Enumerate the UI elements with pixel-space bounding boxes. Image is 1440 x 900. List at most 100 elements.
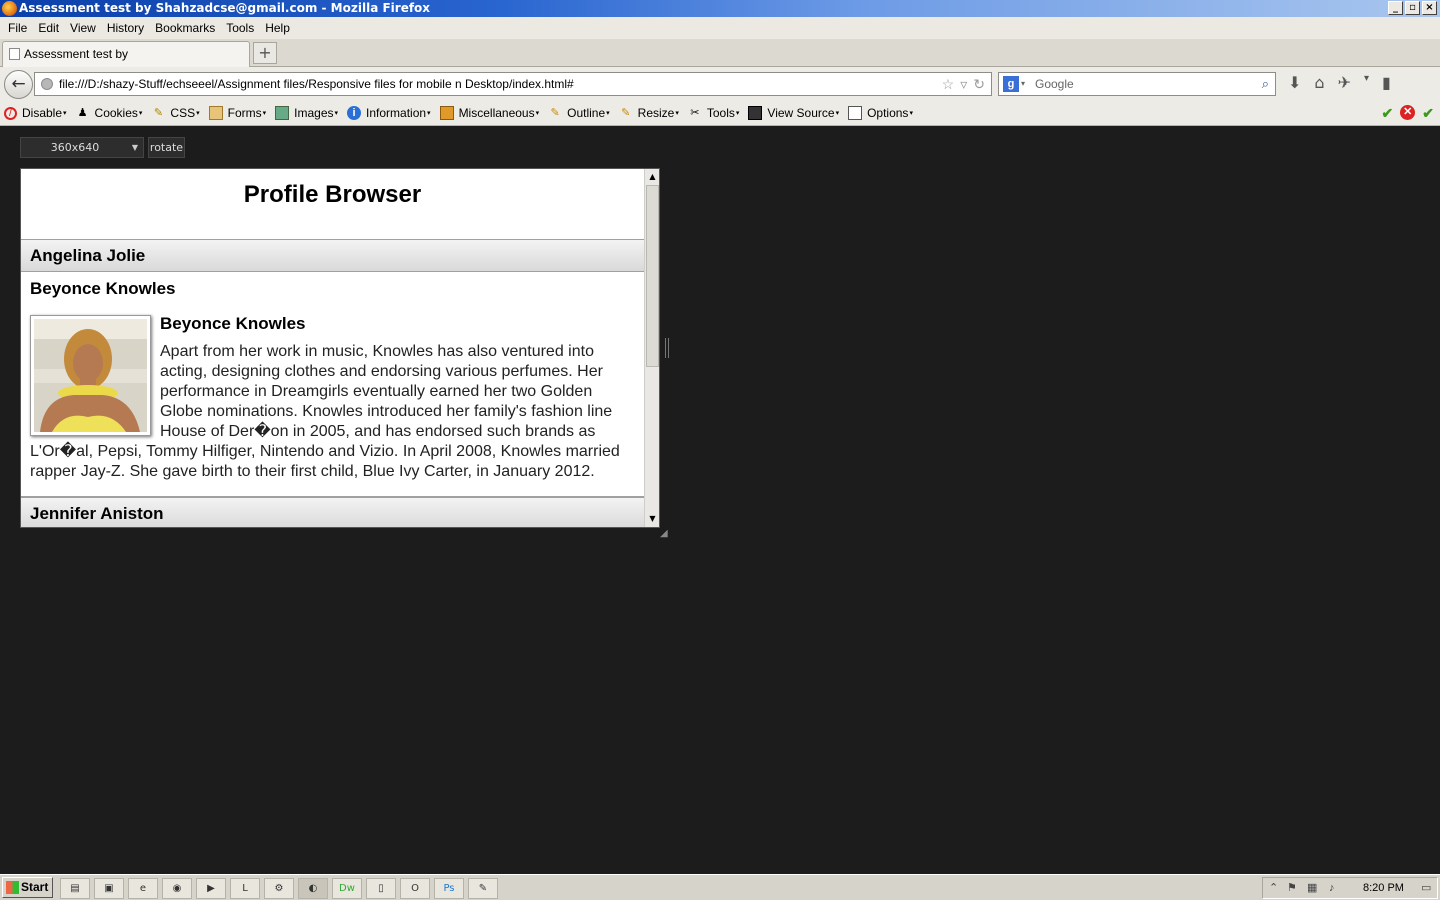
bookmarks-icon[interactable]: ▮	[1382, 73, 1391, 92]
outline-icon: ✎	[550, 107, 560, 119]
search-icon[interactable]: ⌕	[1262, 73, 1269, 95]
menu-tools[interactable]: Tools	[220, 21, 259, 35]
search-placeholder: Google	[1035, 77, 1074, 91]
information-icon: i	[347, 106, 362, 120]
css-valid-check-icon[interactable]: ✔	[1382, 105, 1394, 122]
restore-button[interactable]: ▫	[1405, 1, 1420, 15]
search-engine-dropdown-icon[interactable]: ▾	[1021, 73, 1025, 95]
css-icon: ✎	[153, 107, 164, 119]
dreamweaver-taskbar-icon[interactable]: Dw	[332, 878, 362, 899]
dev-outline[interactable]: ✎ Outline ▾	[548, 106, 610, 120]
scrollbar-thumb[interactable]	[646, 185, 659, 367]
windows-taskbar: Start ▤ ▣ e ◉ ▶ L ⚙ ◐ Dw ▯ O Ps ✎ ⌃ ⚑ ▦ …	[0, 874, 1440, 900]
media-player-taskbar-icon[interactable]: ▶	[196, 878, 226, 899]
menu-bar: File Edit View History Bookmarks Tools H…	[0, 17, 1440, 39]
home-icon[interactable]: ⌂	[1314, 73, 1324, 92]
firefox-icon	[2, 1, 17, 16]
photoshop-taskbar-icon[interactable]: Ps	[434, 878, 464, 899]
windows-logo-icon	[6, 881, 19, 894]
page-icon	[9, 48, 20, 60]
notepad-taskbar-icon[interactable]: ▯	[366, 878, 396, 899]
app-taskbar-icon[interactable]: L	[230, 878, 260, 899]
network-icon[interactable]: ▦	[1307, 878, 1317, 898]
outlook-taskbar-icon[interactable]: O	[400, 878, 430, 899]
firefox-taskbar-icon[interactable]: ◐	[298, 878, 328, 899]
menu-edit[interactable]: Edit	[32, 21, 64, 35]
show-desktop-icon[interactable]: ▭	[1421, 878, 1431, 898]
menu-help[interactable]: Help	[259, 21, 295, 35]
addon-icon[interactable]: ✈	[1338, 73, 1351, 92]
tab-strip: Assessment test by Shahzadcse@gmail.com …	[0, 39, 1440, 85]
dev-cookies[interactable]: ♟ Cookies ▾	[76, 106, 143, 120]
dev-options[interactable]: Options ▾	[848, 106, 913, 120]
profile-detail-beyonce: Beyonce Knowles Apart from her work in m…	[21, 306, 644, 497]
desktop-taskbar-icon[interactable]: ▣	[94, 878, 124, 899]
dev-miscellaneous[interactable]: Miscellaneous ▾	[439, 106, 539, 120]
action-center-flag-icon[interactable]: ⚑	[1287, 878, 1297, 898]
tools-icon: ✂	[690, 107, 700, 119]
menu-bookmarks[interactable]: Bookmarks	[149, 21, 220, 35]
search-bar[interactable]: g ▾ Google ⌕	[998, 72, 1276, 96]
dev-information[interactable]: i Information ▾	[347, 106, 431, 120]
google-icon[interactable]: g	[1003, 76, 1019, 92]
viewport-resize-grip-icon[interactable]: ◢	[660, 528, 668, 539]
window-title: Assessment test by Shahzadcse@gmail.com …	[19, 1, 431, 15]
downloads-icon[interactable]: ⬇	[1288, 73, 1301, 92]
bookmark-star-icon[interactable]: ☆	[942, 73, 955, 95]
dev-images[interactable]: Images ▾	[275, 106, 338, 120]
dev-tools[interactable]: ✂ Tools ▾	[688, 106, 739, 120]
window-titlebar: Assessment test by Shahzadcse@gmail.com …	[0, 0, 1440, 17]
url-text: file:///D:/shazy-Stuff/echseeel/Assignme…	[59, 77, 574, 91]
show-hidden-icons-icon[interactable]: ⌃	[1269, 878, 1278, 898]
paint-taskbar-icon[interactable]: ✎	[468, 878, 498, 899]
dev-css[interactable]: ✎ CSS ▾	[151, 106, 200, 120]
miscellaneous-icon	[439, 106, 454, 120]
page-content: Profile Browser Angelina Jolie Beyonce K…	[21, 169, 644, 527]
chrome-taskbar-icon[interactable]: ◉	[162, 878, 192, 899]
profile-header-jennifer[interactable]: Jennifer Aniston	[21, 497, 644, 527]
scroll-up-arrow-icon[interactable]: ▲	[646, 170, 659, 184]
images-icon	[275, 106, 290, 120]
close-window-button[interactable]: ×	[1422, 1, 1437, 15]
navigation-bar: ← file:///D:/shazy-Stuff/echseeel/Assign…	[0, 67, 1440, 101]
responsive-viewport: Profile Browser Angelina Jolie Beyonce K…	[20, 168, 660, 528]
explorer-taskbar-icon[interactable]: ▤	[60, 878, 90, 899]
js-error-icon[interactable]: ✕	[1400, 105, 1416, 120]
ie-taskbar-icon[interactable]: e	[128, 878, 158, 899]
viewport-width-resize-handle[interactable]	[665, 338, 669, 358]
history-dropdown-icon[interactable]: ▿	[960, 73, 967, 95]
menu-history[interactable]: History	[101, 21, 149, 35]
resize-icon: ✎	[621, 107, 631, 119]
back-button[interactable]: ←	[4, 70, 33, 99]
profile-photo	[30, 315, 151, 436]
viewport-scrollbar[interactable]: ▲ ▼	[644, 169, 659, 527]
site-identity-icon[interactable]	[41, 78, 53, 90]
new-tab-button[interactable]: +	[253, 42, 277, 64]
web-developer-toolbar: / Disable ▾ ♟ Cookies ▾ ✎ CSS ▾ Forms ▾ Images ▾…	[0, 101, 1440, 126]
clock[interactable]: 8:20 PM	[1363, 882, 1404, 894]
dev-view-source[interactable]: View Source ▾	[748, 106, 839, 120]
system-tray: ⌃ ⚑ ▦ ♪ 8:20 PM ▭	[1262, 877, 1438, 899]
volume-icon[interactable]: ♪	[1329, 878, 1335, 898]
settings-taskbar-icon[interactable]: ⚙	[264, 878, 294, 899]
overflow-dropdown-icon[interactable]: ▾	[1364, 73, 1369, 92]
scroll-down-arrow-icon[interactable]: ▼	[646, 512, 659, 526]
dev-resize[interactable]: ✎ Resize ▾	[619, 106, 679, 120]
minimize-button[interactable]: _	[1388, 1, 1403, 15]
url-bar[interactable]: file:///D:/shazy-Stuff/echseeel/Assignme…	[34, 72, 992, 96]
chevron-down-icon: ▼	[131, 143, 138, 152]
options-icon	[848, 106, 863, 120]
profile-header-beyonce[interactable]: Beyonce Knowles	[21, 272, 644, 306]
rotate-button[interactable]: rotate	[148, 137, 185, 158]
menu-view[interactable]: View	[64, 21, 101, 35]
html-valid-check-icon[interactable]: ✔	[1422, 105, 1434, 122]
start-button[interactable]: Start	[2, 877, 53, 898]
dev-forms[interactable]: Forms ▾	[208, 106, 266, 120]
viewport-size-select[interactable]: 360x640 ▼	[20, 137, 144, 158]
view-source-icon	[748, 106, 763, 120]
reload-icon[interactable]: ↻	[973, 73, 985, 95]
dev-disable[interactable]: / Disable ▾	[4, 106, 67, 120]
tab-active[interactable]: Assessment test by Shahzadcse@gmail.com	[2, 41, 250, 85]
profile-header-angelina[interactable]: Angelina Jolie	[21, 239, 644, 272]
menu-file[interactable]: File	[2, 21, 32, 35]
